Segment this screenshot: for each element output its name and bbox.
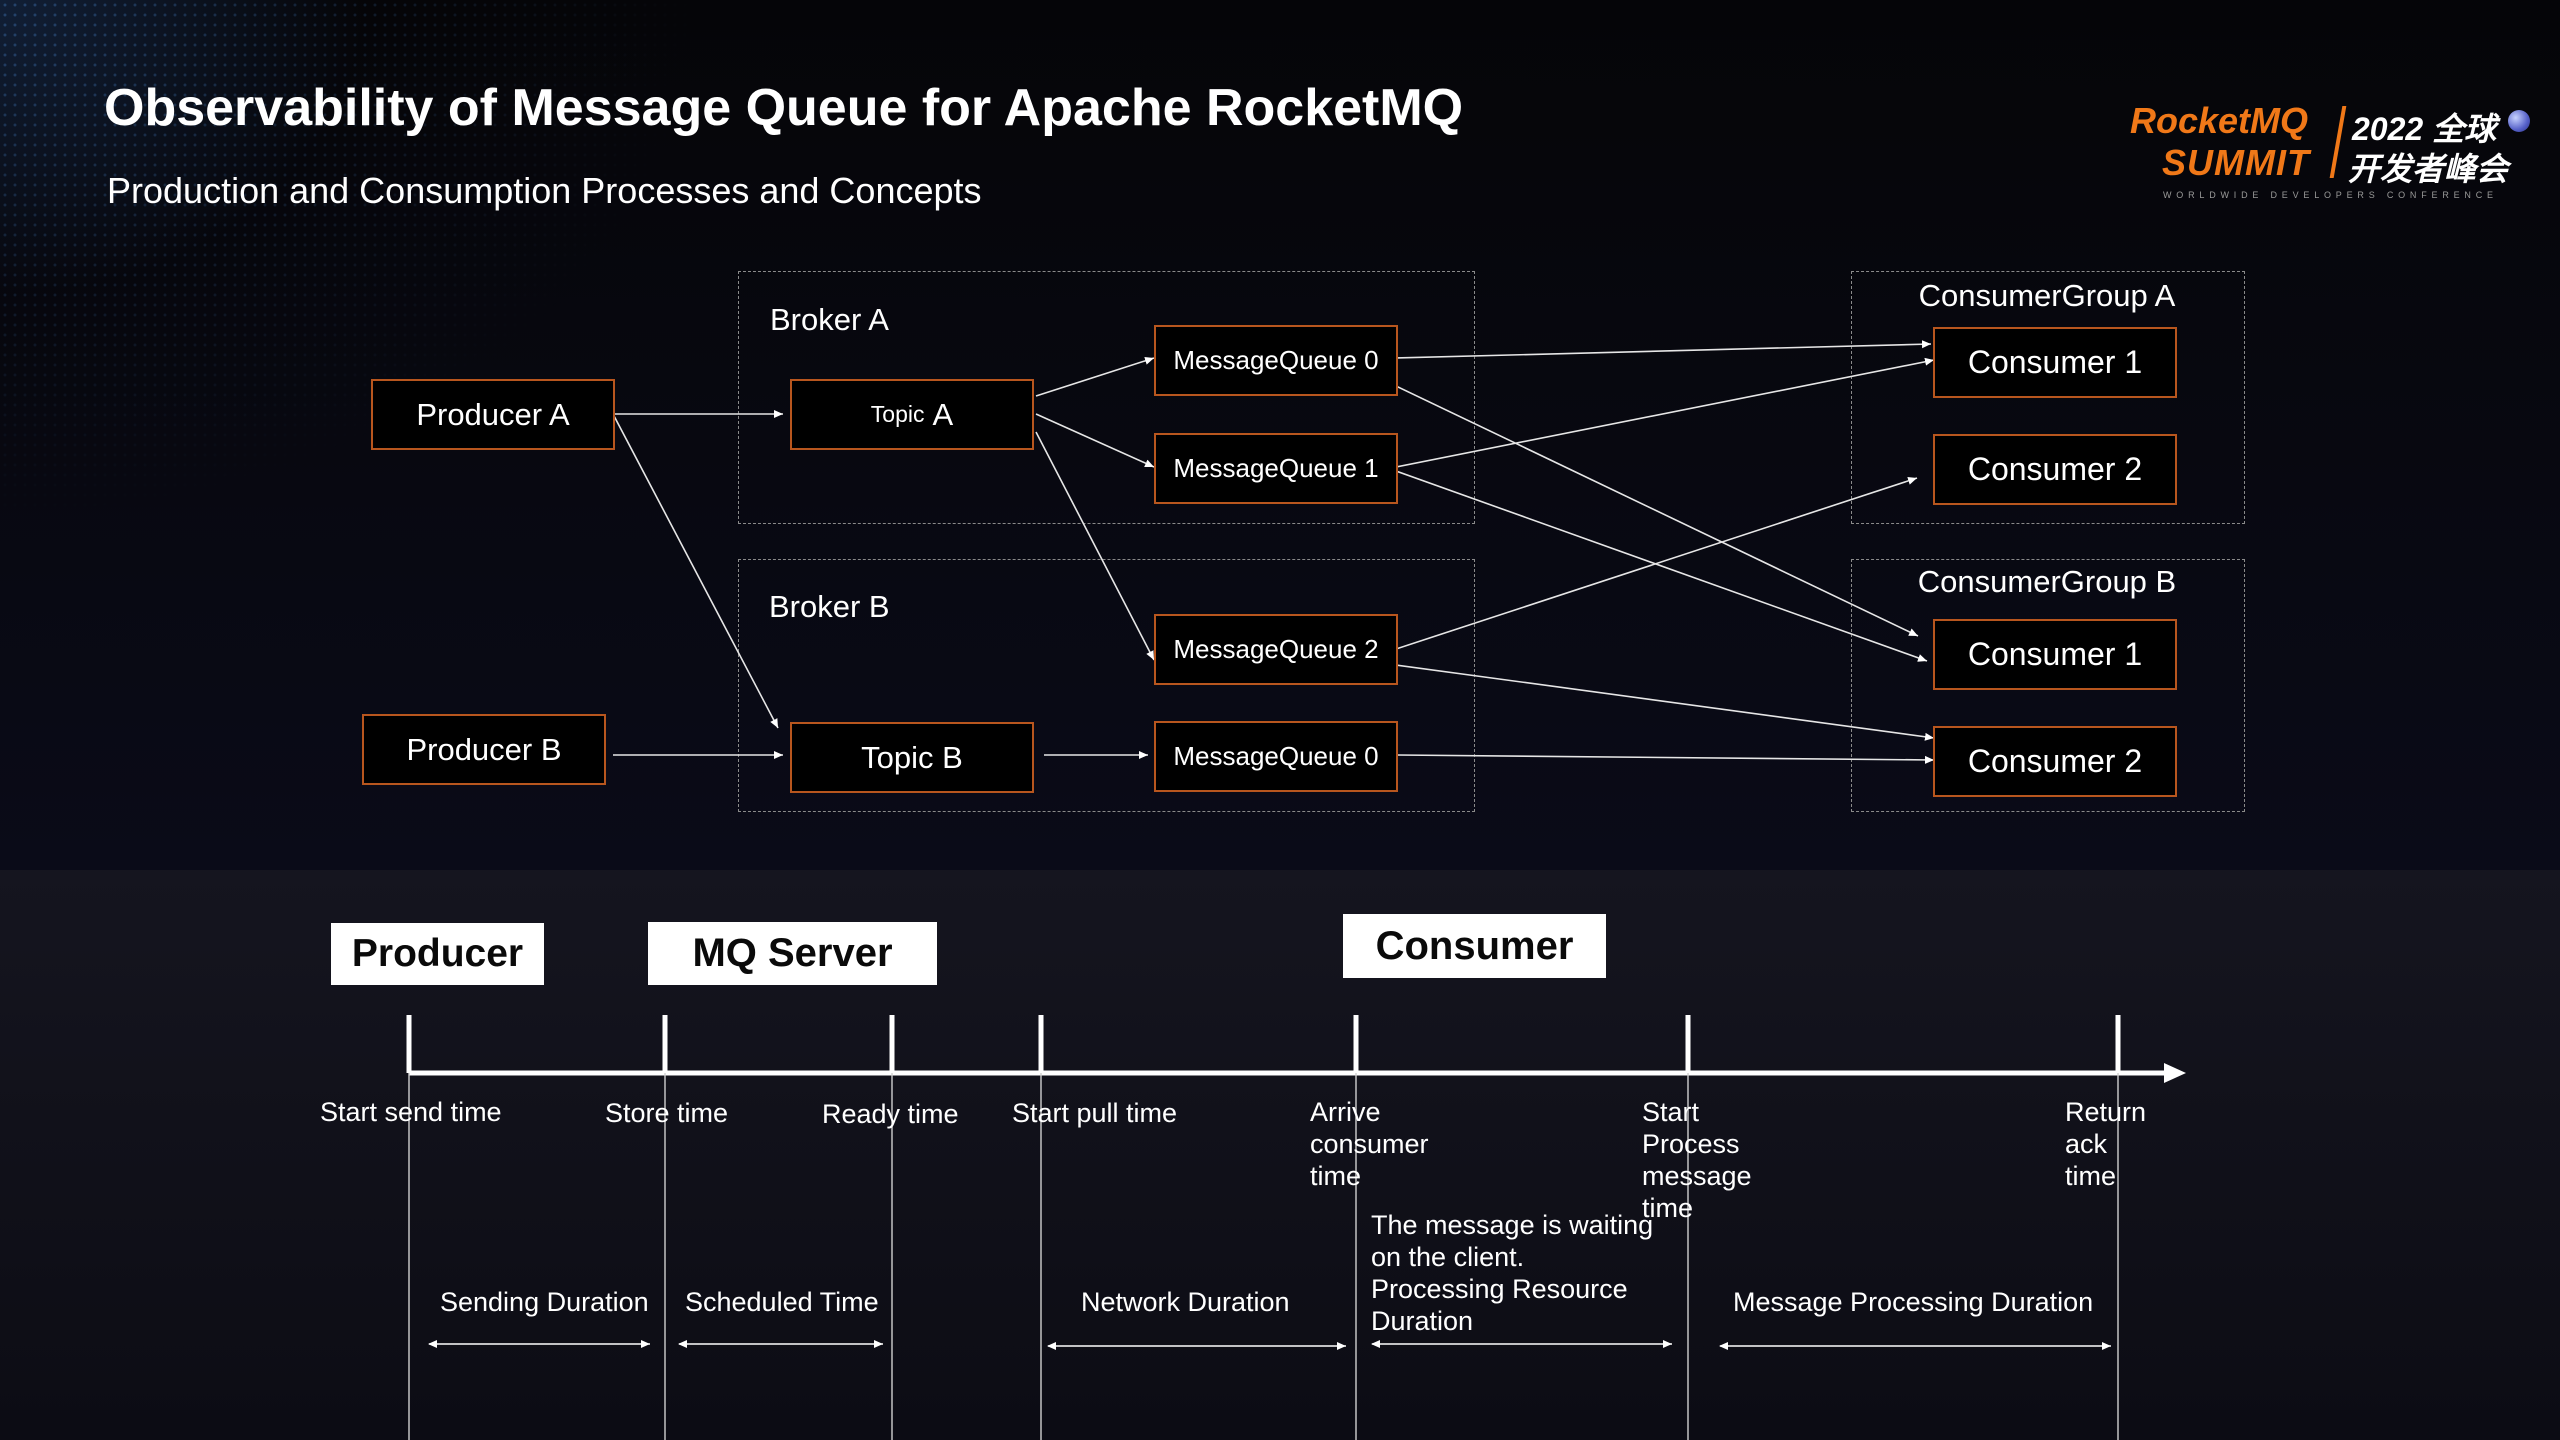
timeline-lines xyxy=(406,1015,2186,1440)
label-network-duration: Network Duration xyxy=(1081,1287,1290,1317)
timeline-arrowhead xyxy=(2164,1063,2186,1083)
label-sending-duration: Sending Duration xyxy=(440,1287,649,1317)
label-start-pull-time: Start pull time xyxy=(1012,1098,1178,1128)
label-return-ack-time: Return ack time xyxy=(2065,1097,2147,1191)
label-ready-time: Ready time xyxy=(822,1099,959,1129)
label-start-process-time: Start Process message time xyxy=(1642,1097,1752,1223)
label-scheduled-time: Scheduled Time xyxy=(685,1287,879,1317)
label-waiting-duration: The message is waiting on the client. Proc… xyxy=(1371,1210,1654,1336)
label-start-send-time: Start send time xyxy=(320,1097,502,1127)
label-processing-duration: Message Processing Duration xyxy=(1733,1287,2094,1317)
label-arrive-consumer-time: Arrive consumer time xyxy=(1310,1097,1429,1191)
label-store-time: Store time xyxy=(605,1098,729,1128)
